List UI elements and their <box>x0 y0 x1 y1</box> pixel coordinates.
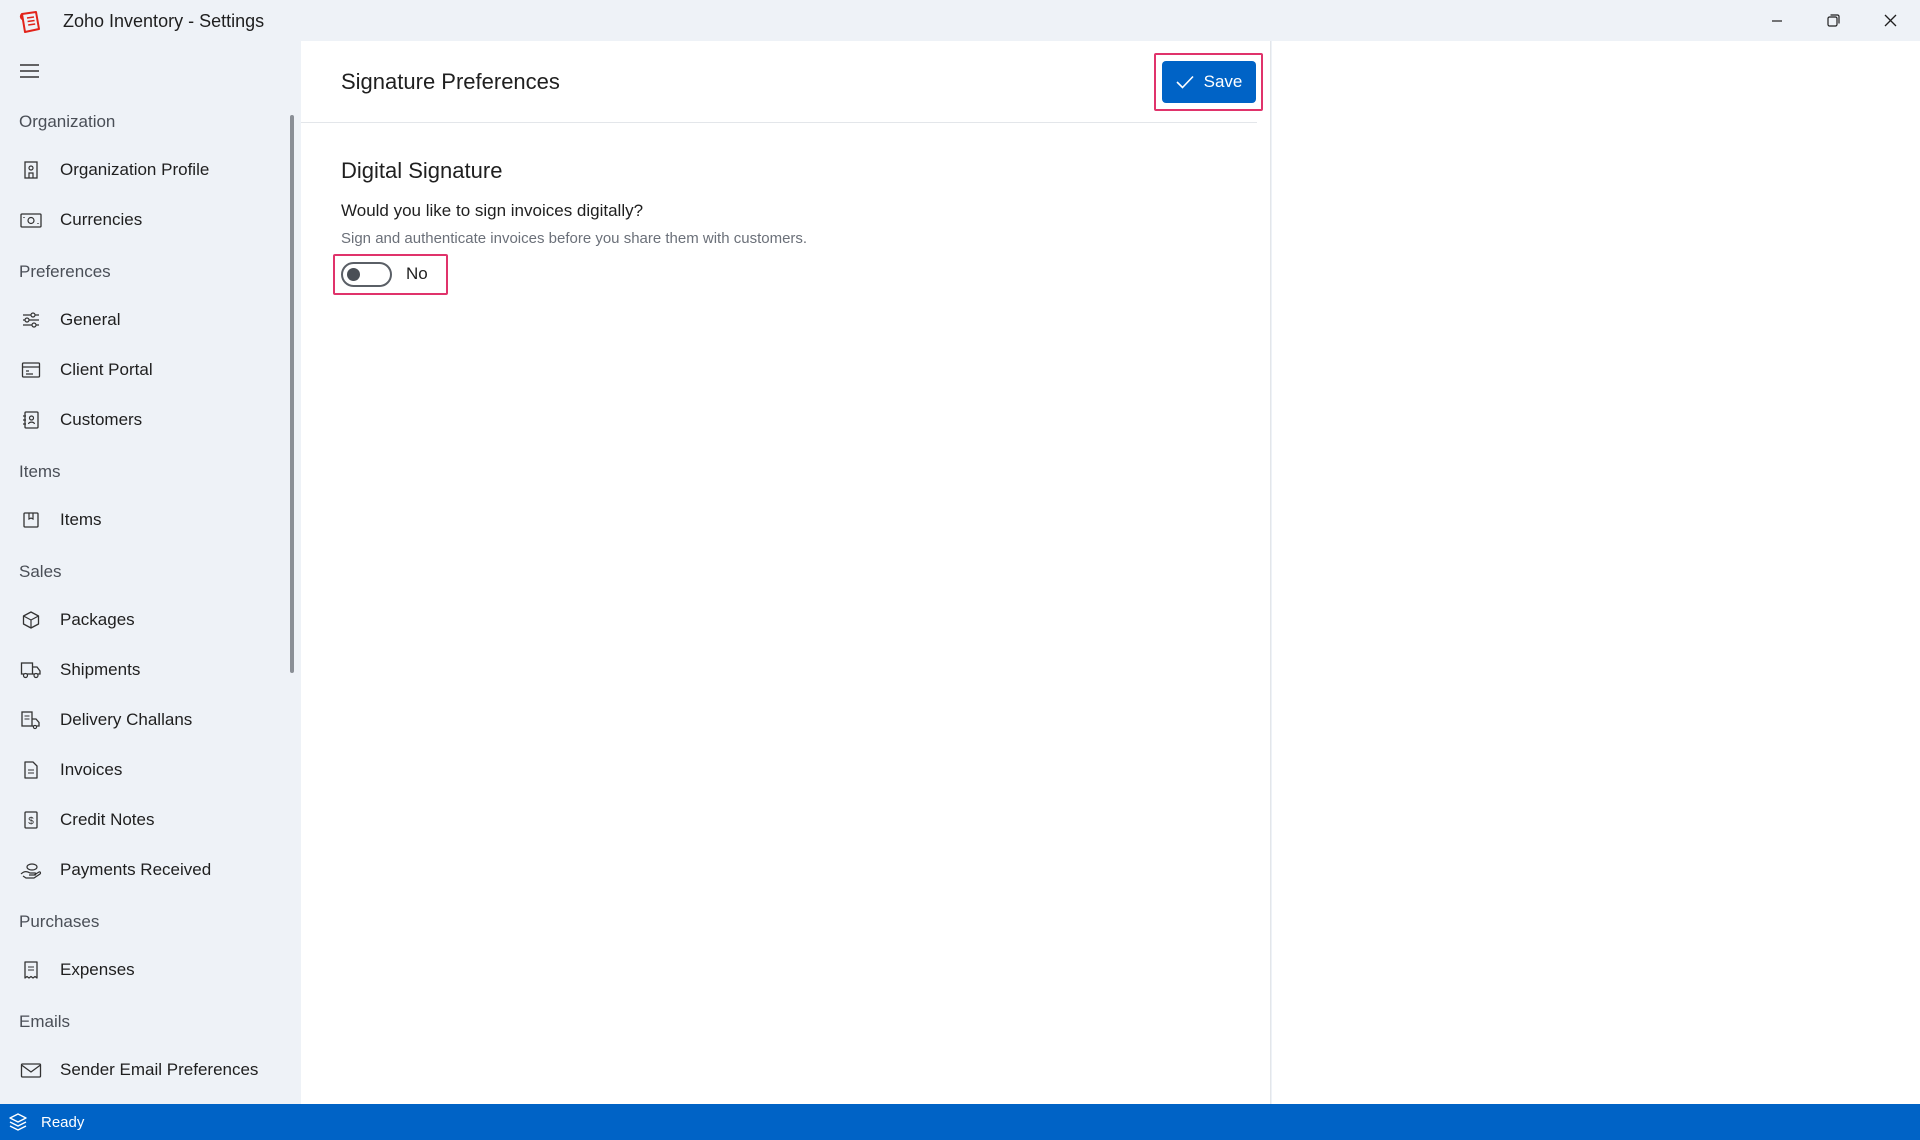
sidebar-item-client-portal[interactable]: Client Portal <box>0 348 285 392</box>
sliders-icon <box>23 312 39 328</box>
invoice-icon <box>24 761 38 779</box>
section-items: Items <box>19 462 61 481</box>
payment-hand-icon <box>20 863 42 879</box>
sidebar-item-label: Shipments <box>60 660 141 679</box>
minimize-icon <box>1771 19 1782 22</box>
layers-icon <box>9 1113 27 1131</box>
sidebar-item-shipments[interactable]: Shipments <box>0 648 285 692</box>
sidebar-item-label: Currencies <box>60 210 143 229</box>
page-header: Signature Preferences Save <box>301 41 1263 123</box>
sidebar-item-label: Customers <box>60 410 143 429</box>
sidebar-item-payments-received[interactable]: Payments Received <box>0 848 285 892</box>
toggle-state-label: No <box>406 264 428 283</box>
sidebar-item-invoices[interactable]: Invoices <box>0 748 285 792</box>
sidebar-item-label: General <box>60 310 121 329</box>
sidebar-item-delivery-challans[interactable]: Delivery Challans <box>0 698 285 742</box>
sidebar-item-label: Organization Profile <box>60 160 210 179</box>
sign-digitally-hint: Sign and authenticate invoices before yo… <box>341 230 808 247</box>
save-button[interactable]: Save <box>1162 61 1256 103</box>
close-button[interactable] <box>1862 0 1919 41</box>
section-preferences: Preferences <box>19 262 111 281</box>
sidebar-item-customers[interactable]: Customers <box>0 398 285 442</box>
sidebar-item-sender-email-preferences[interactable]: Sender Email Preferences <box>0 1048 285 1092</box>
title-bar: Zoho Inventory - Settings <box>0 0 1920 41</box>
app-logo-icon <box>19 11 40 33</box>
save-button-label: Save <box>1203 72 1243 91</box>
section-purchases: Purchases <box>19 912 100 931</box>
section-emails: Emails <box>19 1012 71 1031</box>
package-icon <box>22 611 40 629</box>
contact-book-icon <box>23 411 39 429</box>
sidebar: Organization Organization Profile Curren… <box>0 41 300 1104</box>
sidebar-scrollbar[interactable] <box>290 115 294 673</box>
sidebar-item-label: Sender Email Preferences <box>60 1060 259 1079</box>
section-title-digital-signature: Digital Signature <box>341 158 503 183</box>
sidebar-item-label: Payments Received <box>60 860 212 879</box>
sidebar-item-packages[interactable]: Packages <box>0 598 285 642</box>
truck-icon <box>20 662 41 679</box>
sidebar-item-expenses[interactable]: Expenses <box>0 948 285 992</box>
hamburger-icon[interactable] <box>18 61 42 81</box>
sidebar-item-items[interactable]: Items <box>0 498 285 542</box>
restore-icon <box>1827 14 1840 27</box>
sidebar-item-label: Expenses <box>60 960 135 979</box>
page-title: Signature Preferences <box>341 69 560 94</box>
sidebar-item-credit-notes[interactable]: $ Credit Notes <box>0 798 285 842</box>
close-icon <box>1884 14 1897 27</box>
envelope-icon <box>20 1063 42 1078</box>
section-organization: Organization <box>19 112 116 131</box>
sidebar-item-label: Client Portal <box>60 360 153 379</box>
sidebar-item-label: Packages <box>60 610 135 629</box>
receipt-icon <box>24 961 38 979</box>
sidebar-item-label: Items <box>60 510 102 529</box>
toggle-knob <box>347 268 360 281</box>
sidebar-item-organization-profile[interactable]: Organization Profile <box>0 148 285 192</box>
item-box-icon <box>23 512 39 528</box>
sign-digitally-question: Would you like to sign invoices digitall… <box>341 201 644 220</box>
browser-window-icon <box>21 362 41 378</box>
sidebar-item-label: Delivery Challans <box>60 710 193 729</box>
status-text: Ready <box>41 1114 85 1131</box>
window-title: Zoho Inventory - Settings <box>63 11 265 31</box>
restore-button[interactable] <box>1805 0 1862 41</box>
svg-text:$: $ <box>28 816 34 827</box>
sidebar-item-currencies[interactable]: Currencies <box>0 198 285 242</box>
minimize-button[interactable] <box>1748 0 1805 41</box>
sidebar-item-label: Credit Notes <box>60 810 155 829</box>
currency-icon <box>20 213 42 228</box>
digital-signature-toggle[interactable] <box>341 262 392 287</box>
checkmark-icon <box>1176 75 1194 89</box>
status-bar: Ready <box>0 1104 1920 1140</box>
building-icon <box>24 161 38 179</box>
delivery-challan-icon <box>21 711 40 730</box>
settings-content-panel: Signature Preferences Save Digital Signa… <box>301 41 1271 1104</box>
section-sales: Sales <box>19 562 62 581</box>
right-empty-pane <box>1272 41 1920 1104</box>
sidebar-item-general[interactable]: General <box>0 298 285 342</box>
credit-note-icon: $ <box>24 811 38 829</box>
sidebar-item-label: Invoices <box>60 760 123 779</box>
